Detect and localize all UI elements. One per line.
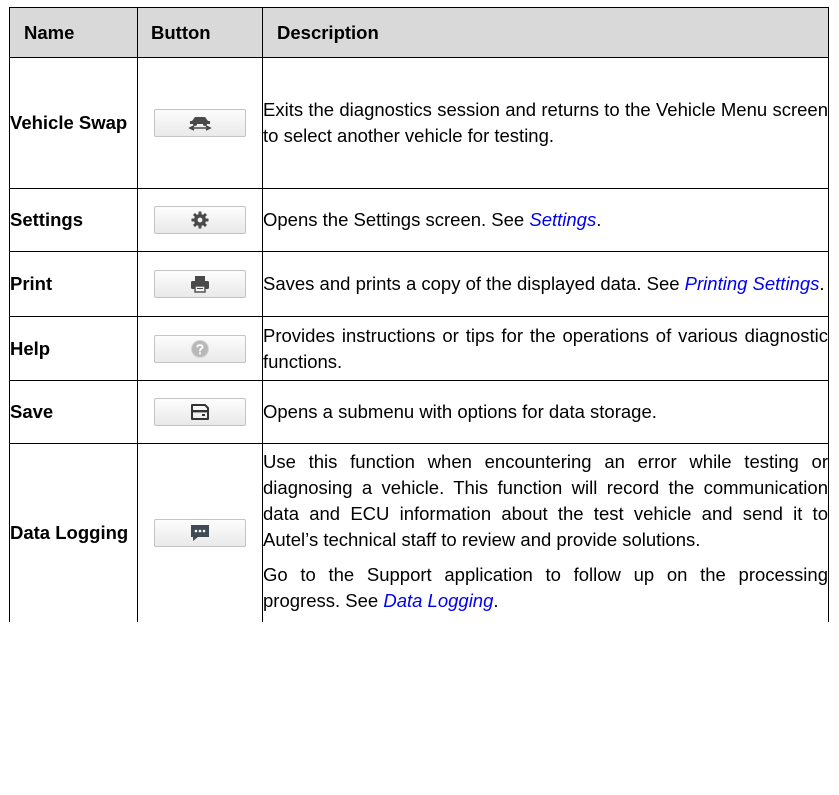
- printer-icon: [191, 276, 209, 293]
- description-text: Saves and prints a copy of the displayed…: [263, 273, 685, 294]
- help-icon: [191, 339, 209, 358]
- data-logging-button[interactable]: [154, 519, 246, 547]
- row-description: Provides instructions or tips for the op…: [262, 316, 829, 381]
- row-name: Vehicle Swap: [9, 57, 138, 189]
- row-description: Exits the diagnostics session and return…: [262, 57, 829, 189]
- row-description: Saves and prints a copy of the displayed…: [262, 251, 829, 317]
- table-row: Vehicle Swap Exits the diagnostics sessi…: [9, 57, 829, 189]
- header-description: Description: [262, 7, 829, 58]
- help-button[interactable]: [154, 334, 246, 363]
- description-text: Opens the Settings screen. See: [263, 209, 530, 230]
- description-text: Opens a submenu with options for data st…: [263, 401, 657, 422]
- vehicle-swap-button[interactable]: [154, 109, 246, 137]
- table-header-row: Name Button Description: [9, 7, 829, 58]
- row-name: Help: [9, 316, 138, 381]
- gear-icon: [191, 211, 209, 229]
- settings-link[interactable]: Settings: [529, 209, 596, 230]
- data-logging-link[interactable]: Data Logging: [383, 590, 493, 611]
- row-name: Settings: [9, 188, 138, 252]
- table-row: Settings Opens the Settings screen. See …: [9, 188, 829, 252]
- save-button[interactable]: [154, 398, 246, 426]
- description-text: Go to the Support application to follow …: [263, 564, 828, 611]
- description-text: Exits the diagnostics session and return…: [263, 99, 828, 146]
- row-description: Opens a submenu with options for data st…: [262, 380, 829, 444]
- table-row: Data Logging Use this function when enco…: [9, 443, 829, 622]
- save-icon: [191, 404, 209, 420]
- print-button[interactable]: [154, 270, 246, 298]
- printing-settings-link[interactable]: Printing Settings: [685, 273, 820, 294]
- chat-icon: [191, 525, 209, 541]
- row-name: Save: [9, 380, 138, 444]
- header-button: Button: [137, 7, 263, 58]
- row-description: Use this function when encountering an e…: [262, 443, 829, 622]
- row-name: Data Logging: [9, 443, 138, 622]
- settings-button[interactable]: [154, 206, 246, 234]
- header-name: Name: [9, 7, 138, 58]
- table-row: Save Opens a submenu with options for da…: [9, 380, 829, 444]
- description-text: Use this function when encountering an e…: [263, 451, 828, 550]
- row-name: Print: [9, 251, 138, 317]
- function-buttons-table: Name Button Description Vehicle Swap Exi: [9, 7, 829, 622]
- table-row: Help Provides instructions or tips for t…: [9, 316, 829, 381]
- vehicle-swap-icon: [188, 117, 212, 131]
- description-text: Provides instructions or tips for the op…: [263, 324, 828, 372]
- row-description: Opens the Settings screen. See Settings.: [262, 188, 829, 252]
- table-row: Print Saves and prints a copy of the dis…: [9, 251, 829, 317]
